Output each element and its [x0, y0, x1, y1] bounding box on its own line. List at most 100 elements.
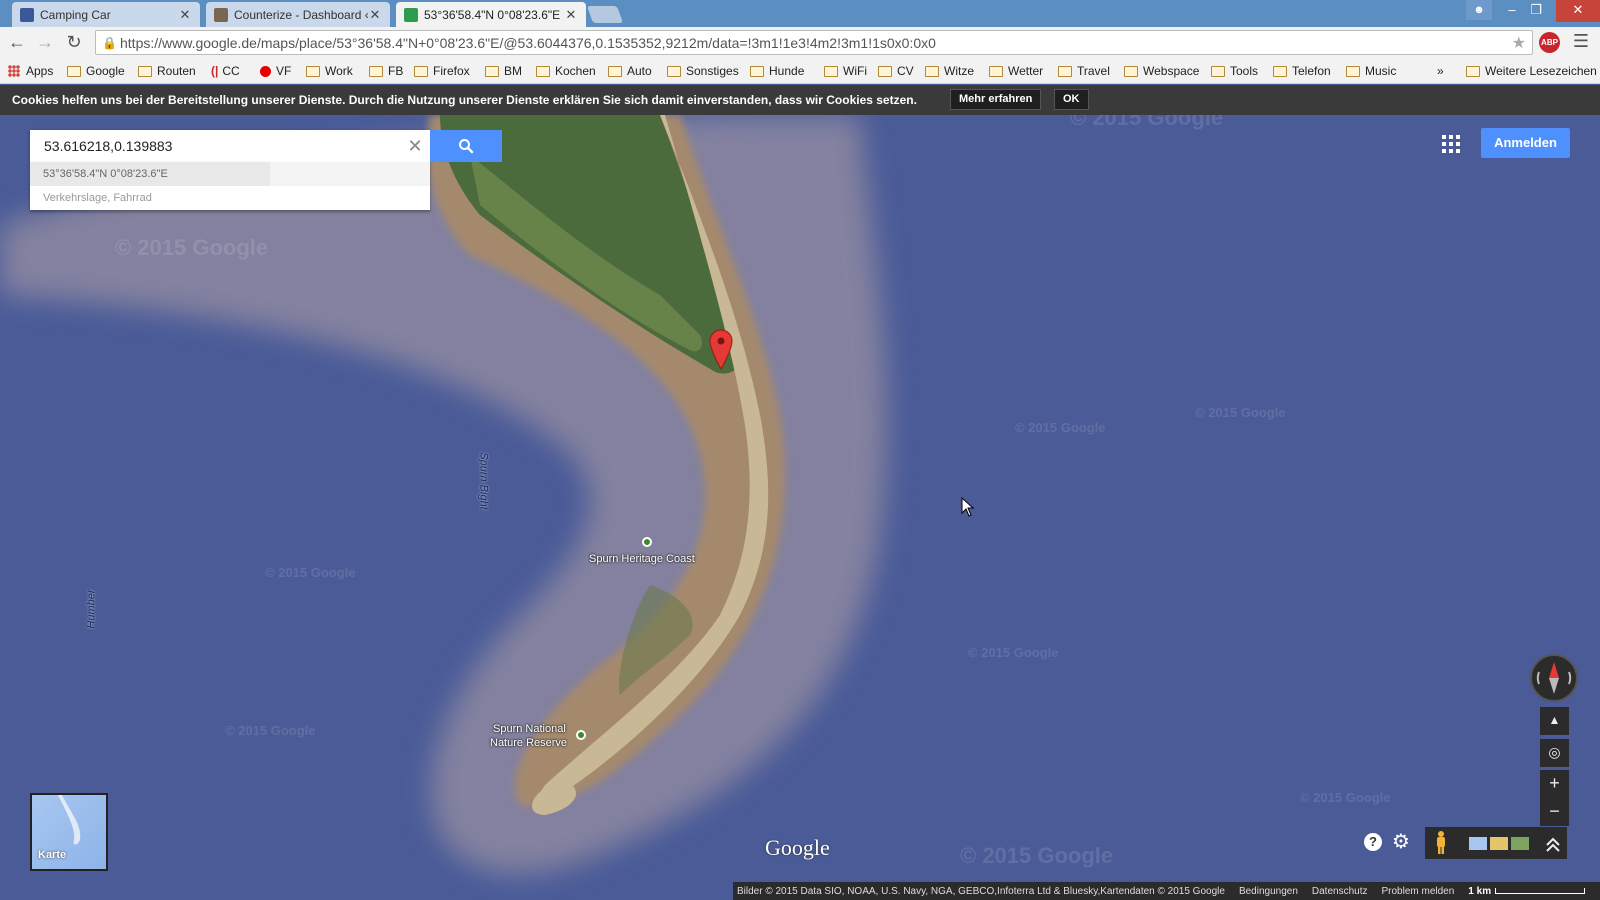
tab-title: Camping Car [40, 7, 111, 22]
cookie-ok-button[interactable]: OK [1054, 89, 1089, 110]
search-suggestions: 53°36'58.4"N 0°08'23.6"E Verkehrslage, F… [30, 162, 430, 210]
satellite-map[interactable]: © 2015 Google © 2015 Google © 2015 Googl… [0, 115, 1600, 900]
tab-google-maps[interactable]: 53°36'58.4"N 0°08'23.6"E ✕ [396, 2, 586, 27]
browser-toolbar: ← → ↻ 🔒 https://www.google.de/maps/place… [0, 27, 1600, 58]
my-location-icon[interactable]: ◎ [1540, 739, 1569, 767]
terms-link[interactable]: Bedingungen [1239, 886, 1298, 897]
google-apps-icon[interactable] [1440, 133, 1462, 155]
bookmark-hunde[interactable]: Hunde [750, 62, 804, 80]
bookmark-label: Travel [1077, 64, 1110, 78]
compass-control[interactable] [1530, 654, 1578, 702]
bookmarks-overflow-button[interactable]: » [1437, 62, 1444, 80]
map-watermark: © 2015 Google [1195, 405, 1286, 420]
compass-icon [1536, 662, 1572, 694]
cookie-notice-text: Cookies helfen uns bei der Bereitstellun… [12, 93, 917, 107]
map-watermark: © 2015 Google [115, 235, 269, 260]
spurn-nature-reserve-label-line1[interactable]: Spurn National [493, 723, 566, 735]
bottom-controls-icons [1437, 831, 1560, 854]
bookmark-firefox[interactable]: Firefox [414, 62, 470, 80]
folder-icon [414, 65, 428, 77]
url-text[interactable]: https://www.google.de/maps/place/53°36'5… [120, 35, 1532, 51]
help-icon[interactable]: ? [1364, 833, 1382, 851]
folder-icon [369, 65, 383, 77]
zoom-in-button[interactable]: + [1540, 770, 1569, 798]
menu-icon[interactable]: ☰ [1572, 32, 1590, 52]
address-bar[interactable]: 🔒 https://www.google.de/maps/place/53°36… [95, 30, 1533, 55]
bookmark-witze[interactable]: Witze [925, 62, 974, 80]
search-input-value[interactable]: 53.616218,0.139883 [44, 138, 400, 154]
map-watermark: © 2015 Google [265, 565, 356, 580]
bookmarks-bar: Apps Google Routen (| CC VF Work FB Firef… [0, 58, 1600, 84]
other-bookmarks[interactable]: Weitere Lesezeichen [1466, 62, 1597, 80]
close-icon[interactable]: ✕ [368, 7, 382, 23]
privacy-link[interactable]: Datenschutz [1312, 886, 1368, 897]
bookmark-tools[interactable]: Tools [1211, 62, 1258, 80]
folder-icon [750, 65, 764, 77]
location-pin-icon[interactable] [709, 329, 733, 373]
bookmark-webspace[interactable]: Webspace [1124, 62, 1199, 80]
tab-camping-car[interactable]: Camping Car ✕ [12, 2, 200, 27]
bookmark-google[interactable]: Google [67, 62, 125, 80]
forward-arrow-icon[interactable]: → [33, 31, 57, 55]
bookmark-apps[interactable]: Apps [8, 62, 53, 80]
scale-label[interactable]: 1 km [1468, 886, 1491, 897]
bookmark-routen[interactable]: Routen [138, 62, 196, 80]
bookmark-cv[interactable]: CV [878, 62, 914, 80]
map-watermark: © 2015 Google [1300, 790, 1391, 805]
bookmark-label: Witze [944, 64, 974, 78]
spurn-heritage-coast-label[interactable]: Spurn Heritage Coast [589, 553, 695, 565]
bookmark-bm[interactable]: BM [485, 62, 522, 80]
spurn-nature-reserve-label-line2[interactable]: Nature Reserve [490, 737, 567, 749]
bookmark-music[interactable]: Music [1346, 62, 1396, 80]
bookmark-auto[interactable]: Auto [608, 62, 652, 80]
google-maps-icon [404, 7, 418, 22]
clear-icon[interactable]: ✕ [400, 136, 430, 157]
bookmark-kochen[interactable]: Kochen [536, 62, 596, 80]
close-icon[interactable]: ✕ [178, 7, 192, 23]
bookmark-work[interactable]: Work [306, 62, 353, 80]
learn-more-button[interactable]: Mehr erfahren [950, 89, 1042, 110]
map-type-thumbnail[interactable]: Karte [30, 793, 108, 871]
suggestion-item[interactable]: Verkehrslage, Fahrrad [30, 186, 430, 210]
folder-icon [485, 65, 499, 77]
bookmark-travel[interactable]: Travel [1058, 62, 1110, 80]
zoom-out-button[interactable]: − [1540, 798, 1569, 826]
bookmark-cc[interactable]: (| CC [211, 62, 240, 80]
bookmark-telefon[interactable]: Telefon [1273, 62, 1331, 80]
search-input[interactable]: 53.616218,0.139883 ✕ [30, 130, 430, 162]
bookmark-fb[interactable]: FB [369, 62, 403, 80]
folder-icon [989, 65, 1003, 77]
poi-marker[interactable] [576, 730, 586, 740]
report-problem-link[interactable]: Problem melden [1381, 886, 1454, 897]
profile-icon[interactable]: ☻ [1466, 0, 1492, 20]
bookmark-label: Webspace [1143, 64, 1200, 78]
back-arrow-icon[interactable]: ← [5, 31, 29, 55]
new-tab-button[interactable] [586, 6, 624, 23]
folder-icon [1273, 65, 1287, 77]
gear-icon[interactable]: ⚙ [1392, 829, 1410, 854]
bookmark-vf[interactable]: VF [260, 62, 291, 80]
bookmark-sonstiges[interactable]: Sonstiges [667, 62, 739, 80]
poi-marker[interactable] [642, 537, 652, 547]
map-watermark: © 2015 Google [1015, 420, 1106, 435]
bookmark-label: Music [1365, 64, 1397, 78]
close-icon[interactable]: ✕ [564, 7, 578, 23]
tilt-icon[interactable]: ▲ [1540, 707, 1569, 735]
folder-icon [1346, 65, 1360, 77]
cookie-notice: Cookies helfen uns bei der Bereitstellun… [0, 85, 1600, 115]
tab-title: 53°36'58.4"N 0°08'23.6"E [424, 7, 561, 22]
search-button[interactable] [430, 130, 502, 162]
maximize-button[interactable]: ❐ [1522, 0, 1550, 22]
bookmark-star-icon[interactable]: ★ [1512, 33, 1526, 53]
bookmark-wifi[interactable]: WiFi [824, 62, 867, 80]
window-close-button[interactable]: ✕ [1556, 0, 1600, 22]
google-logo: Google [765, 835, 830, 860]
adblock-plus-icon[interactable]: ABP [1539, 32, 1560, 53]
sign-in-button[interactable]: Anmelden [1481, 128, 1570, 158]
reload-icon[interactable]: ↻ [62, 31, 86, 55]
mouse-cursor-icon [961, 497, 975, 517]
bookmark-wetter[interactable]: Wetter [989, 62, 1043, 80]
suggestion-item[interactable]: 53°36'58.4"N 0°08'23.6"E [30, 162, 430, 186]
folder-icon [67, 65, 81, 77]
tab-counterize[interactable]: Counterize - Dashboard ‹ ✕ [206, 2, 390, 27]
